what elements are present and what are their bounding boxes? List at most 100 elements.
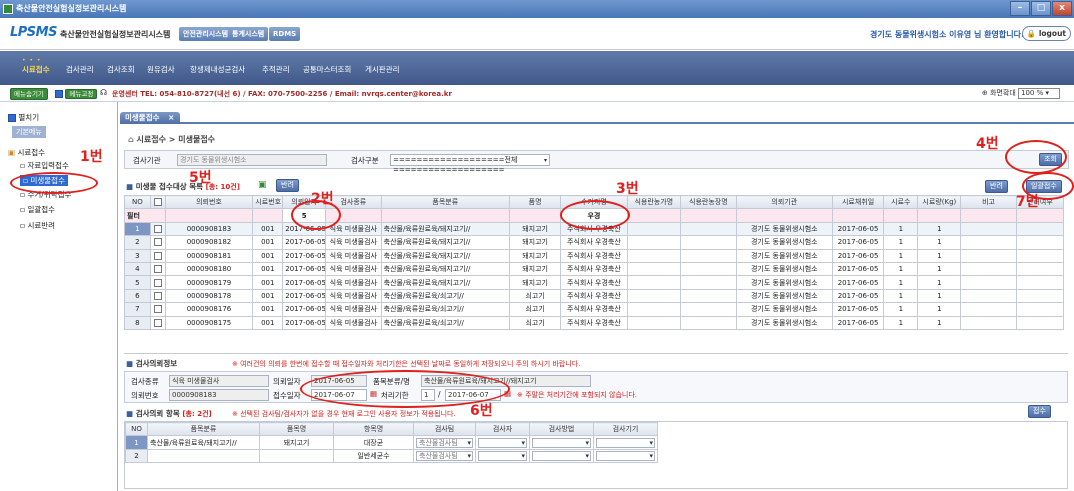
expand-toggle[interactable]: 펼치기	[8, 112, 39, 123]
table-cell: 쇠고기	[508, 302, 562, 317]
items-column-header: 검사자	[475, 422, 530, 437]
menu-item-antibiotic[interactable]: 항생제내성균검사	[190, 64, 245, 75]
row-checkbox[interactable]	[149, 235, 166, 250]
row-checkbox[interactable]	[149, 221, 166, 237]
table-row[interactable]: 7 0000908176 001 2017-06-05 식육 미생물검사 축산물/육류원료…	[124, 302, 1065, 317]
select-cell[interactable]: ▾	[475, 435, 530, 450]
table-row[interactable]: 5 0000908179 001 2017-06-05 식육 미생물검사 축산물/육류원료…	[124, 275, 1065, 290]
table-cell: 1	[883, 248, 919, 263]
row-checkbox[interactable]	[149, 302, 166, 317]
sidebar-item-return[interactable]: ▫ 시료반려	[20, 220, 55, 231]
checkbox-icon[interactable]	[8, 114, 16, 122]
table-cell: 1	[883, 261, 919, 277]
table-cell	[960, 315, 1017, 330]
row-checkbox[interactable]	[149, 248, 166, 263]
table-row[interactable]: 2 일반세균수 축산물검사팀 ▾ ▾ ▾ ▾	[125, 448, 658, 464]
close-button[interactable]: x	[1052, 1, 1072, 16]
safety-system-button[interactable]: 안전관리시스템	[179, 27, 233, 41]
table-cell	[626, 275, 682, 290]
table-cell: 식육 미생물검사	[325, 275, 382, 290]
row-checkbox[interactable]	[149, 275, 166, 290]
list-column-header: 시료량(Kg)	[917, 195, 962, 210]
contact-notice: 운영센터 TEL: 054-810-8727(내선 6) / FAX: 070-…	[112, 90, 452, 98]
menu-item-inspection-query[interactable]: 검사조회	[107, 64, 135, 75]
logout-button[interactable]: 🔒 logout	[1021, 26, 1071, 41]
table-row[interactable]: 4 0000908180 001 2017-06-05 식육 미생물검사 축산물/육류원료…	[124, 261, 1065, 277]
menu-item-tracking[interactable]: 추적관리	[262, 64, 290, 75]
table-row[interactable]: 2 0000908182 001 2017-06-05 식육 미생물검사 축산물/육류원료…	[124, 235, 1065, 250]
sidebar-item-data-entry[interactable]: ▫ 자료입력접수	[20, 160, 69, 171]
excel-icon[interactable]: ▣	[258, 180, 267, 190]
table-cell	[1015, 288, 1065, 304]
breadcrumb: ⌂ 시료접수 > 미생물접수	[128, 135, 216, 144]
list-column-header: 품목분류	[380, 195, 510, 210]
table-row[interactable]: 6 0000908178 001 2017-06-05 식육 미생물검사 축산물/육류원료…	[124, 288, 1065, 304]
items-column-header: 검사팀	[413, 422, 476, 437]
table-cell: 축산물/육류원료육/쇠고기//	[380, 315, 510, 330]
select-all-checkbox[interactable]	[149, 195, 166, 210]
toolbar: 메뉴숨기기 메뉴고정 ☊ 운영센터 TEL: 054-810-8727(내선 6…	[0, 86, 1074, 102]
list-icon: ■	[126, 182, 134, 191]
row-number: 1	[125, 435, 148, 450]
stats-system-button[interactable]: 통계시스템	[228, 27, 269, 41]
select-cell[interactable]: ▾	[529, 435, 594, 450]
table-cell: 2017-06-05	[831, 235, 885, 250]
table-cell: 1	[917, 302, 962, 317]
return-button[interactable]: 반려	[276, 179, 299, 192]
info-panel: 검사종류 식육 미생물검사 의뢰번호 0000908183 의뢰일자 2017-…	[124, 371, 1068, 403]
select-cell[interactable]: ▾	[529, 448, 594, 464]
receive-button[interactable]: 접수	[1028, 405, 1051, 418]
table-cell: 2017-06-05	[831, 221, 885, 237]
rdms-button[interactable]: RDMS	[269, 27, 301, 41]
tree-root-sample-receipt[interactable]: ▣ 시료접수	[8, 147, 45, 158]
table-cell	[680, 221, 737, 237]
row-checkbox[interactable]	[149, 288, 166, 304]
table-cell: 2017-06-05	[282, 275, 327, 290]
menu-item-raw-milk[interactable]: 원유검사	[147, 64, 175, 75]
items-title: ■ 검사의뢰 항목 [총: 2건]	[126, 409, 212, 418]
row-number: 6	[124, 288, 151, 304]
table-cell: 2017-06-05	[282, 248, 327, 263]
table-cell: 축산물/육류원료육/돼지고기//	[380, 261, 510, 277]
table-row[interactable]: 1 축산물/육류원료육/돼지고기//돼지고기 대장균 축산물검사팀 ▾ ▾ ▾ ▾	[125, 435, 658, 450]
table-cell: 2017-06-05	[282, 261, 327, 277]
row-checkbox[interactable]	[149, 315, 166, 330]
select-cell[interactable]: 축산물검사팀 ▾	[413, 448, 476, 464]
sidebar-item-batch[interactable]: ▫ 일괄접수	[20, 204, 55, 215]
menu-item-board[interactable]: 게시판관리	[365, 64, 400, 75]
type-select[interactable]: ===================전체===================…	[390, 154, 550, 174]
menu-hide-button[interactable]: 메뉴숨기기	[10, 88, 48, 100]
menu-fix-toggle[interactable]: 메뉴고정	[55, 89, 98, 99]
checkbox-icon[interactable]	[55, 90, 63, 98]
row-checkbox[interactable]	[149, 261, 166, 277]
select-cell[interactable]: ▾	[475, 448, 530, 464]
table-cell: 축산물/육류원료육/돼지고기//	[147, 435, 260, 450]
menu-item-sample-receipt[interactable]: 시료접수	[22, 64, 50, 75]
menu-item-common-master[interactable]: 공통마스터조회	[303, 64, 351, 75]
basic-menu-tab[interactable]: 기본메뉴	[12, 126, 46, 138]
table-cell: 돼지고기	[508, 221, 562, 237]
items-table-wrap: NO 품목분류 품목명 항목명 검사팀 검사자 검사방법 검사기기 1 축산물/육류원료육/돼지…	[124, 421, 1068, 489]
select-cell[interactable]: ▾	[593, 448, 658, 464]
table-cell: 001	[252, 261, 284, 277]
list-column-header: 시료번호	[252, 195, 284, 210]
menu-item-inspection-mgmt[interactable]: 검사관리	[66, 64, 94, 75]
return-button-2[interactable]: 반려	[985, 180, 1008, 193]
info-title: ■ 검사의뢰정보	[126, 359, 178, 368]
table-cell: 1	[883, 302, 919, 317]
row-number: 2	[124, 235, 151, 250]
table-row[interactable]: 3 0000908181 001 2017-06-05 식육 미생물검사 축산물/육류원료…	[124, 248, 1065, 263]
table-row[interactable]: 8 0000908175 001 2017-06-05 식육 미생물검사 축산물/육류원료…	[124, 315, 1065, 330]
agency-field[interactable]: 경기도 동물위생시험소	[177, 154, 327, 166]
select-cell[interactable]: ▾	[593, 435, 658, 450]
zoom-select[interactable]: 100 % ▾	[1018, 88, 1060, 99]
tab-microbe[interactable]: 미생물접수 ×	[120, 112, 180, 124]
table-cell: 1	[917, 235, 962, 250]
table-cell: 1	[917, 315, 962, 330]
minimize-button[interactable]: –	[1010, 1, 1030, 16]
select-cell[interactable]: 축산물검사팀 ▾	[413, 435, 476, 450]
close-tab-icon[interactable]: ×	[168, 113, 174, 122]
list-column-header: 식용란농장명	[680, 195, 737, 210]
maximize-button[interactable]: □	[1031, 1, 1051, 16]
filter-label: 필터	[124, 208, 166, 223]
